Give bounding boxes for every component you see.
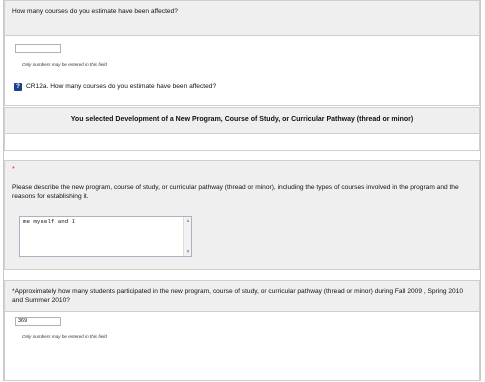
describe-question-text: Please describe the new program, course … — [12, 184, 459, 200]
students-number-input[interactable]: 369 — [15, 317, 61, 326]
required-marker: * — [12, 166, 15, 173]
scroll-up-icon[interactable]: ▲ — [185, 217, 191, 225]
describe-answer-textarea[interactable]: me myself and I ▲ ▼ — [19, 216, 192, 257]
students-question-header: *Approximately how many students partici… — [4, 280, 480, 312]
students-answer-area: 369 Only numbers may be entered in this … — [4, 312, 480, 381]
help-icon[interactable]: ? — [14, 83, 22, 91]
scroll-down-icon[interactable]: ▼ — [185, 248, 191, 256]
students-input-hint: Only numbers may be entered in this fiel… — [22, 334, 107, 339]
courses-help-text: CR12a. How many courses do you estimate … — [26, 83, 217, 90]
students-question-text: *Approximately how many students partici… — [12, 288, 464, 304]
describe-answer-text: me myself and I — [23, 218, 76, 225]
courses-number-input[interactable] — [15, 44, 61, 53]
courses-question-header: How many courses do you estimate have be… — [4, 0, 480, 36]
courses-input-hint: Only numbers may be entered in this fiel… — [22, 62, 107, 67]
selection-banner: You selected Development of a New Progra… — [4, 107, 480, 134]
courses-answer-area: Only numbers may be entered in this fiel… — [4, 36, 480, 106]
selection-banner-text: You selected Development of a New Progra… — [70, 116, 414, 123]
describe-question-block: * Please describe the new program, cours… — [4, 160, 480, 270]
textarea-scrollbar[interactable]: ▲ ▼ — [183, 217, 191, 256]
banner-spacer — [4, 134, 480, 151]
courses-question-text: How many courses do you estimate have be… — [12, 8, 178, 15]
